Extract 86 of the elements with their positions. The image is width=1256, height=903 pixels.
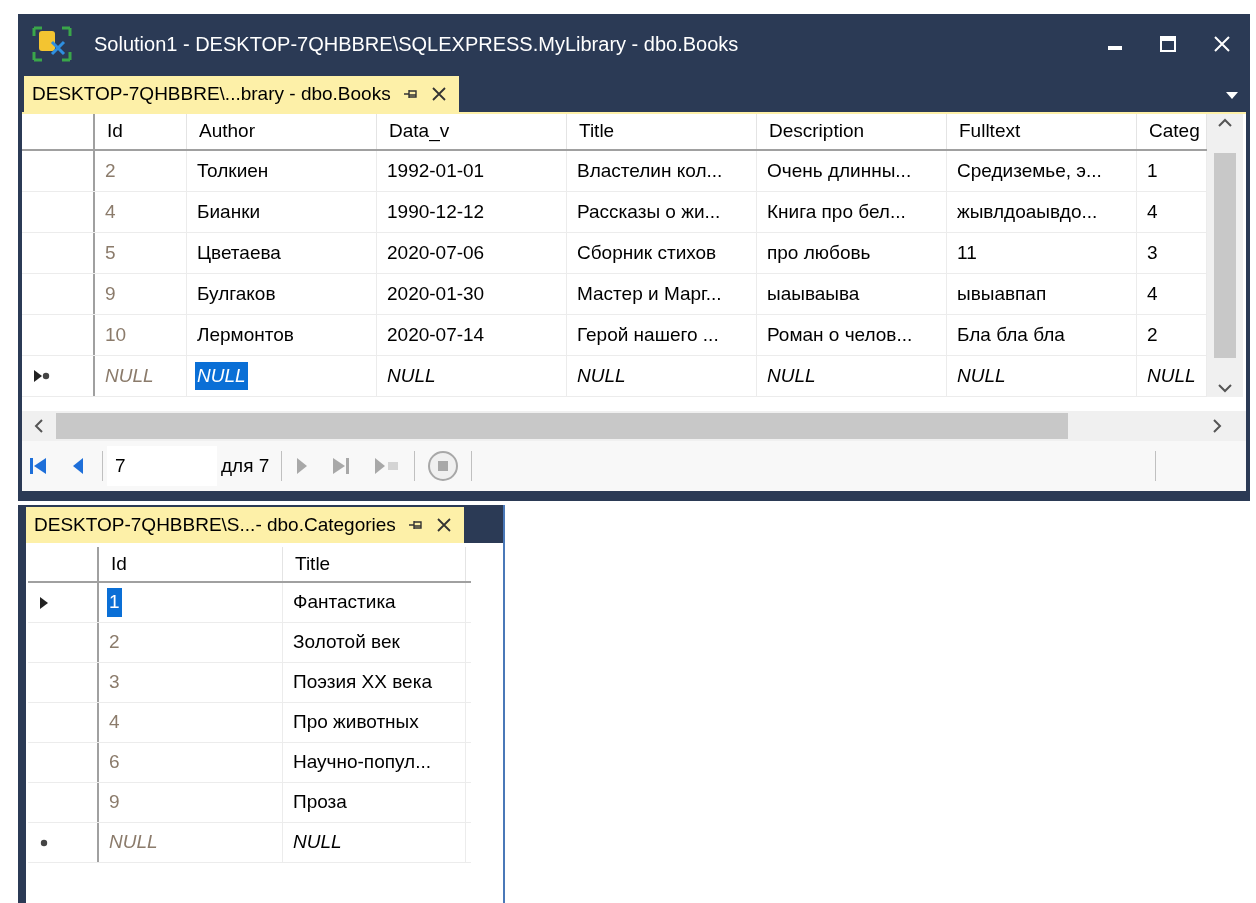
- table-cell[interactable]: 11: [955, 238, 979, 268]
- table-cell[interactable]: Булгаков: [195, 279, 278, 309]
- table-cell[interactable]: 3: [107, 668, 122, 697]
- table-cell[interactable]: Лермонтов: [195, 320, 296, 350]
- table-cell[interactable]: Проза: [291, 788, 349, 817]
- column-header[interactable]: Author: [187, 114, 377, 149]
- scroll-right-icon[interactable]: [1212, 419, 1222, 433]
- table-cell[interactable]: Толкиен: [195, 156, 271, 186]
- table-cell[interactable]: 2020-07-14: [385, 320, 487, 350]
- table-cell[interactable]: 2: [103, 156, 118, 186]
- table-cell[interactable]: NULL: [575, 361, 628, 391]
- table-cell[interactable]: 3: [1145, 238, 1160, 268]
- table-cell[interactable]: NULL: [291, 828, 344, 857]
- table-cell[interactable]: Бианки: [195, 197, 263, 227]
- table-cell[interactable]: Рассказы о жи...: [575, 197, 723, 227]
- document-tab[interactable]: DESKTOP-7QHBBRE\...brary - dbo.Books: [24, 76, 459, 112]
- new-row-icon: [40, 838, 48, 847]
- table-cell[interactable]: 2020-01-30: [385, 279, 487, 309]
- table-cell[interactable]: NULL: [1145, 361, 1198, 391]
- table-cell[interactable]: 1: [107, 588, 122, 617]
- table-cell[interactable]: 4: [107, 708, 122, 737]
- table-cell[interactable]: 2: [107, 628, 122, 657]
- table-cell[interactable]: Сборник стихов: [575, 238, 719, 268]
- column-header[interactable]: Id: [95, 114, 187, 149]
- record-count: для 7: [221, 453, 270, 478]
- column-header[interactable]: Title: [283, 547, 466, 581]
- table-cell[interactable]: 9: [103, 279, 118, 309]
- table-cell[interactable]: Мастер и Марг...: [575, 279, 724, 309]
- new-row-icon: [42, 372, 50, 380]
- table-cell[interactable]: 4: [103, 197, 118, 227]
- dropdown-icon[interactable]: [1226, 92, 1238, 100]
- table-cell[interactable]: NULL: [103, 361, 156, 391]
- table-cell[interactable]: Очень длинны...: [765, 156, 914, 186]
- table-cell[interactable]: 2: [1145, 320, 1160, 350]
- app-icon: [30, 24, 74, 64]
- column-header[interactable]: Fulltext: [947, 114, 1137, 149]
- table-cell[interactable]: Книга про бел...: [765, 197, 908, 227]
- pin-icon[interactable]: [402, 87, 419, 101]
- table-cell[interactable]: 5: [103, 238, 118, 268]
- table-cell[interactable]: про любовь: [765, 238, 873, 268]
- table-cell[interactable]: NULL: [955, 361, 1008, 391]
- document-tab[interactable]: DESKTOP-7QHBBRE\S...- dbo.Categories: [26, 507, 464, 543]
- scroll-down-icon[interactable]: [1218, 383, 1232, 393]
- position-field[interactable]: 7: [107, 446, 217, 486]
- table-cell[interactable]: 1: [1145, 156, 1160, 186]
- scroll-left-icon[interactable]: [34, 419, 44, 433]
- table-cell[interactable]: NULL: [765, 361, 818, 391]
- table-cell[interactable]: ыаываыва: [765, 279, 862, 309]
- maximize-icon[interactable]: [1160, 36, 1176, 52]
- table-cell[interactable]: Средиземье, э...: [955, 156, 1104, 186]
- close-icon[interactable]: [430, 86, 447, 102]
- table-cell[interactable]: ывыавпап: [955, 279, 1049, 309]
- horizontal-scrollbar[interactable]: [22, 411, 1246, 441]
- table-cell[interactable]: Фантастика: [291, 588, 398, 617]
- table-cell[interactable]: 2020-07-06: [385, 238, 487, 268]
- table-cell[interactable]: Роман о челов...: [765, 320, 915, 350]
- table-cell[interactable]: Бла бла бла: [955, 320, 1067, 350]
- table-cell[interactable]: NULL: [385, 361, 438, 391]
- table-cell[interactable]: Поэзия XX века: [291, 668, 434, 697]
- pin-icon[interactable]: [407, 518, 424, 532]
- column-header[interactable]: Data_v: [377, 114, 567, 149]
- close-icon[interactable]: [435, 517, 452, 533]
- table-cell[interactable]: Золотой век: [291, 628, 402, 657]
- table-cell[interactable]: 4: [1145, 279, 1160, 309]
- table-cell[interactable]: 4: [1145, 197, 1160, 227]
- column-header[interactable]: Title: [567, 114, 757, 149]
- table-cell[interactable]: 1992-01-01: [385, 156, 487, 186]
- table-cell[interactable]: NULL: [195, 361, 248, 391]
- table-cell[interactable]: NULL: [107, 828, 160, 857]
- table-cell[interactable]: Научно-попул...: [291, 748, 433, 777]
- current-row-icon: [34, 370, 42, 382]
- table-cell[interactable]: Властелин кол...: [575, 156, 725, 186]
- window-title: Solution1 - DESKTOP-7QHBBRE\SQLEXPRESS.MyLibrary - dbo.Books: [94, 32, 739, 57]
- column-header[interactable]: Description: [757, 114, 947, 149]
- table-cell[interactable]: 9: [107, 788, 122, 817]
- table-cell[interactable]: 10: [103, 320, 129, 350]
- table-cell[interactable]: жывлдоаывдо...: [955, 197, 1100, 227]
- column-header[interactable]: Id: [99, 547, 283, 581]
- table-cell[interactable]: Цветаева: [195, 238, 283, 268]
- table-cell[interactable]: 1990-12-12: [385, 197, 487, 227]
- scroll-up-icon[interactable]: [1218, 118, 1232, 128]
- vertical-scrollbar[interactable]: [1207, 114, 1243, 397]
- table-cell[interactable]: Герой нашего ...: [575, 320, 721, 350]
- table-cell[interactable]: Про животных: [291, 708, 421, 737]
- current-row-icon: [40, 596, 48, 609]
- table-cell[interactable]: 6: [107, 748, 122, 777]
